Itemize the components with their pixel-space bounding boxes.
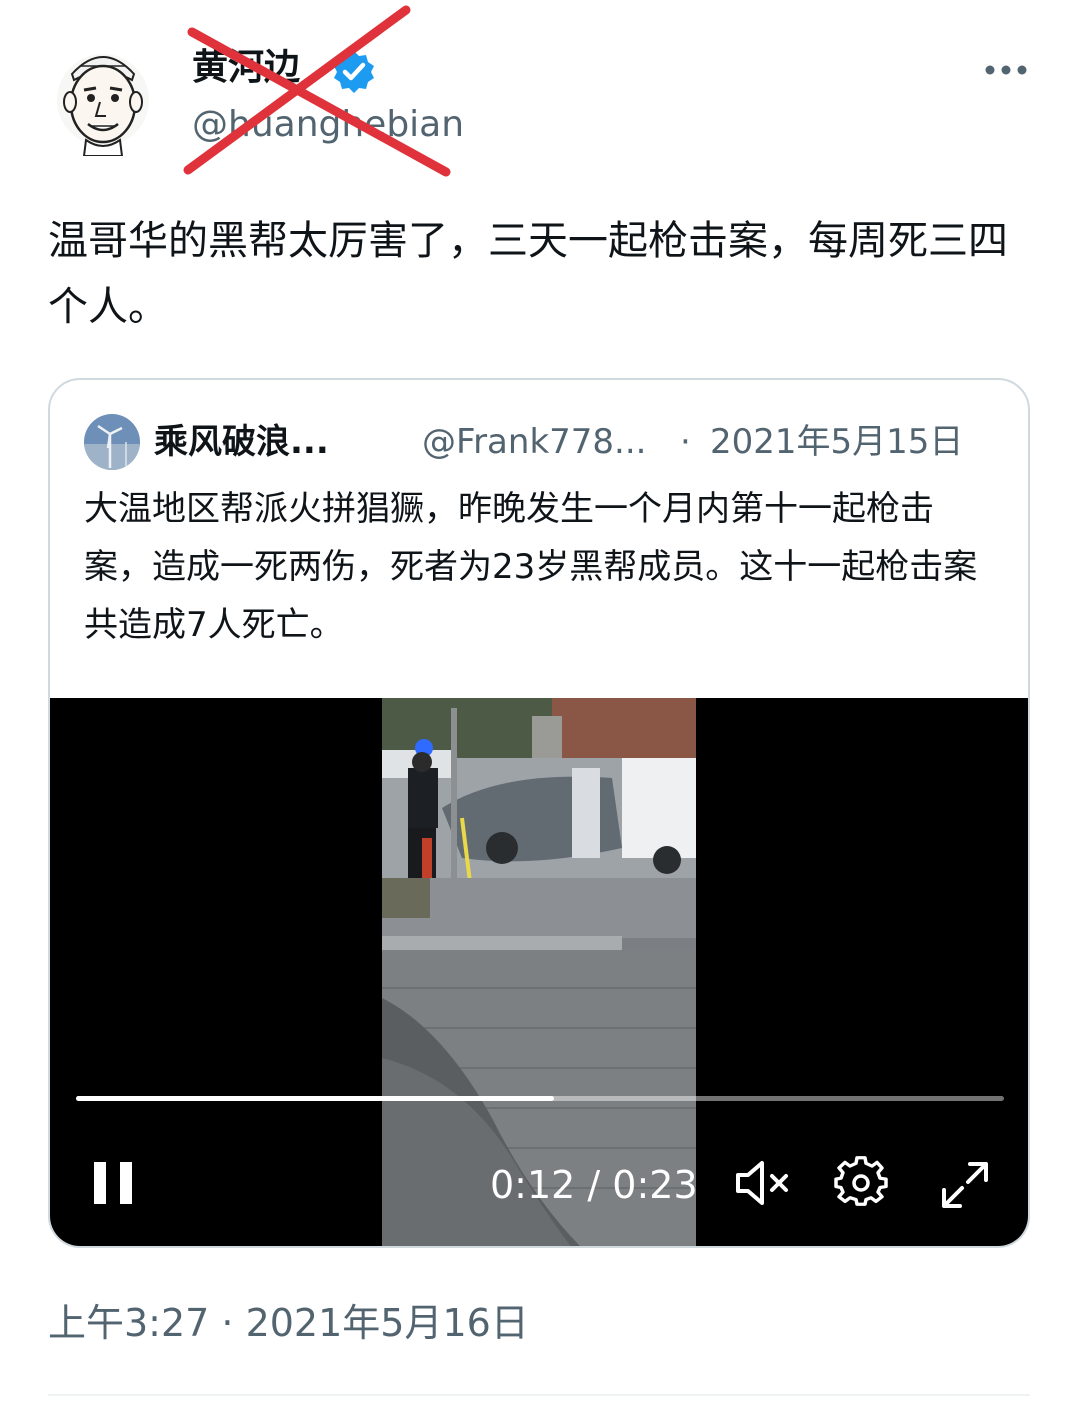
video-time-readout: 0:12 / 0:23 [490, 1163, 698, 1207]
volume-muted-icon[interactable] [734, 1158, 792, 1208]
fullscreen-icon[interactable] [938, 1158, 992, 1212]
video-progress-fill [76, 1096, 554, 1101]
divider [48, 1394, 1030, 1396]
more-icon[interactable] [982, 56, 1030, 84]
quote-author-avatar[interactable] [84, 414, 140, 470]
author-avatar[interactable] [50, 40, 156, 157]
video-progress-bar[interactable] [76, 1096, 1004, 1101]
red-cross-mark [183, 5, 451, 177]
quote-text: 大温地区帮派火拼猖獗，昨晚发生一个月内第十一起枪击案，造成一死两伤，死者为23岁… [84, 489, 978, 645]
gear-icon[interactable] [834, 1156, 888, 1210]
tweet-text: 温哥华的黑帮太厉害了，三天一起枪击案，每周死三四个人。 [48, 218, 1008, 330]
post-timestamp[interactable]: 上午3:27 · 2021年5月16日 [48, 1296, 529, 1350]
pause-icon[interactable] [92, 1158, 136, 1208]
quoted-tweet-card[interactable]: 乘风破浪... @Frank778... · 2021年5月15日 大温地区帮派… [48, 378, 1030, 1248]
video-player[interactable]: 0:12 / 0:23 [50, 698, 1028, 1246]
quote-date[interactable]: 2021年5月15日 [710, 414, 963, 470]
quote-author-handle[interactable]: @Frank778... [422, 414, 646, 470]
quote-separator: · [680, 422, 691, 462]
quote-author-name[interactable]: 乘风破浪... [154, 414, 329, 470]
